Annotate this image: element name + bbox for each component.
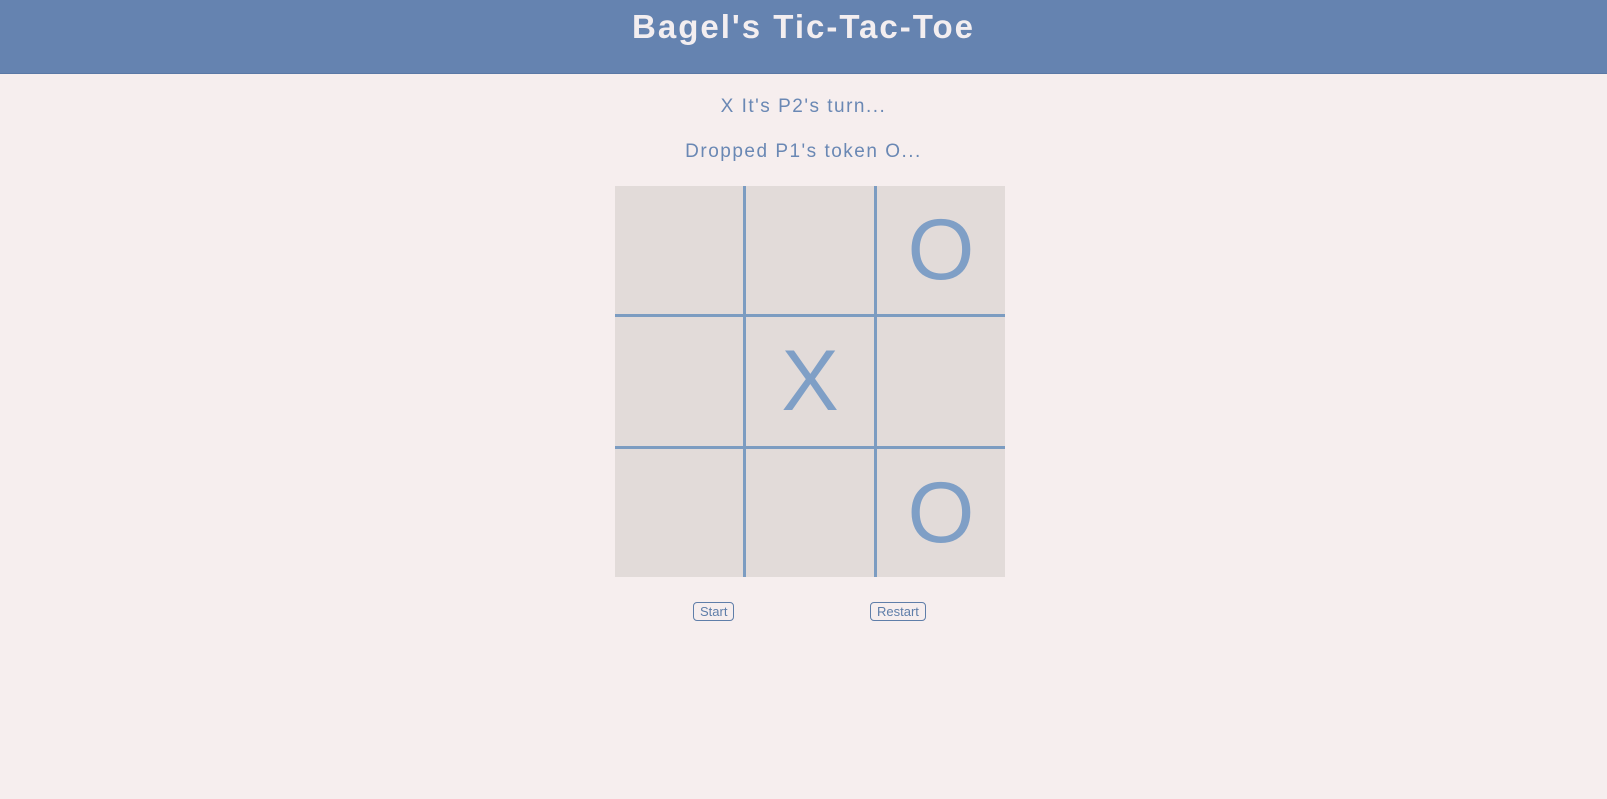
board-cell-5[interactable]: X xyxy=(746,317,874,445)
grid-line-vertical-1 xyxy=(743,186,746,577)
board-cell-2[interactable] xyxy=(746,186,874,314)
game-board: O X O xyxy=(615,186,1005,577)
page-title: Bagel's Tic-Tac-Toe xyxy=(632,8,975,45)
board-cell-3[interactable]: O xyxy=(877,186,1005,314)
board-cell-4[interactable] xyxy=(615,317,743,445)
restart-button[interactable]: Restart xyxy=(870,602,926,621)
drop-status: Dropped P1's token O... xyxy=(685,141,922,162)
start-button[interactable]: Start xyxy=(693,602,735,621)
board-cell-7[interactable] xyxy=(615,449,743,577)
board-cell-1[interactable] xyxy=(615,186,743,314)
board-cell-9[interactable]: O xyxy=(877,449,1005,577)
grid-line-horizontal-2 xyxy=(615,446,1005,449)
board-cell-8[interactable] xyxy=(746,449,874,577)
turn-status: X It's P2's turn... xyxy=(720,96,887,117)
board-cell-6[interactable] xyxy=(877,317,1005,445)
grid-line-vertical-2 xyxy=(874,186,877,577)
grid-line-horizontal-1 xyxy=(615,314,1005,317)
header-bar: Bagel's Tic-Tac-Toe xyxy=(0,0,1607,74)
